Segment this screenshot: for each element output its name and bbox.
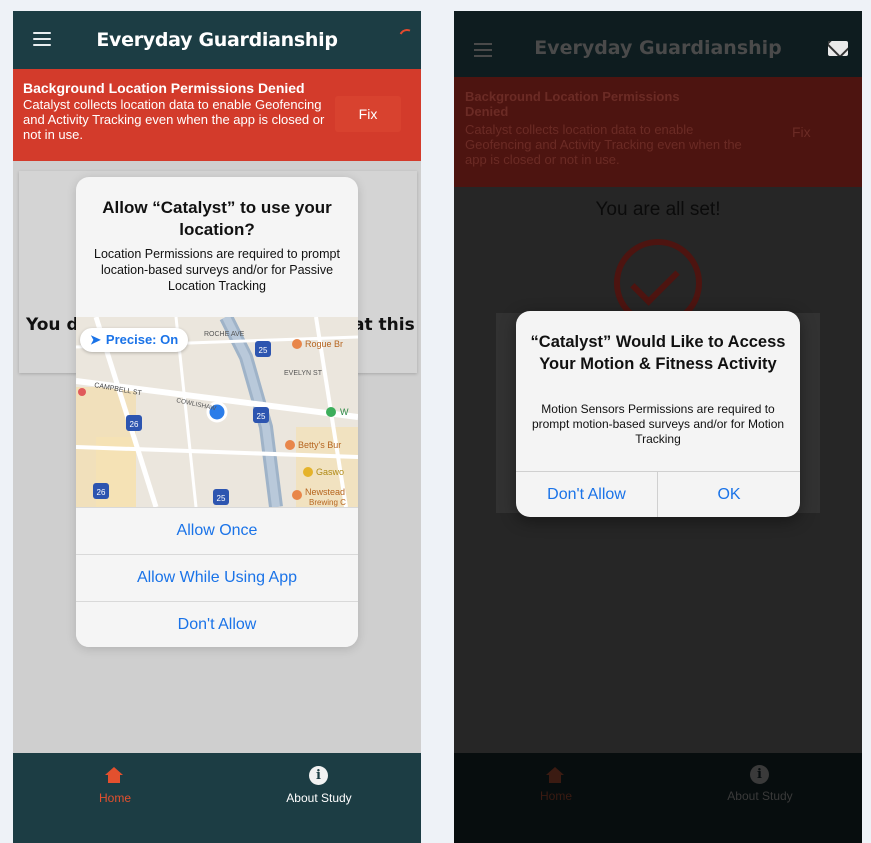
background-text-right: at this: [353, 315, 415, 335]
location-dialog-message: Location Permissions are required to pro…: [94, 247, 340, 293]
fix-button-dimmed: Fix: [792, 124, 811, 140]
motion-dont-allow-button[interactable]: Don't Allow: [516, 471, 658, 517]
permission-denied-banner-dimmed: Background Location Permissions Denied C…: [454, 77, 862, 187]
location-permission-dialog: Allow “Catalyst” to use your location? L…: [76, 177, 358, 647]
banner-text: Catalyst collects location data to enabl…: [23, 97, 325, 142]
tab-about-study[interactable]: i About Study: [217, 753, 421, 843]
precise-location-toggle[interactable]: ➤ Precise: On: [80, 328, 189, 352]
tab-bar: Home i About Study: [13, 753, 421, 843]
permission-denied-banner: Background Location Permissions Denied C…: [13, 69, 421, 161]
info-icon: i: [750, 765, 769, 784]
precise-label: Precise: On: [105, 332, 179, 347]
all-set-heading: You are all set!: [595, 199, 721, 220]
left-phone-screen: Everyday Guardianship Background Locatio…: [13, 11, 421, 843]
motion-ok-button[interactable]: OK: [658, 471, 800, 517]
right-phone-screen: Everyday Guardianship Background Locatio…: [454, 11, 862, 843]
map-label-evelyn-st: EVELYN ST: [284, 370, 323, 377]
app-title-dimmed: Everyday Guardianship: [534, 37, 782, 59]
app-title: Everyday Guardianship: [96, 29, 338, 51]
fix-button[interactable]: Fix: [335, 96, 401, 132]
info-icon: i: [309, 766, 328, 785]
motion-dialog-message: Motion Sensors Permissions are required …: [531, 402, 785, 446]
map-label-w: W: [340, 407, 349, 417]
map-label-gasworks: Gaswo: [316, 467, 344, 477]
map-shield-25: 25: [259, 346, 268, 355]
location-arrow-icon: ➤: [90, 332, 101, 347]
tab-about-label-dimmed: About Study: [727, 789, 793, 803]
tab-home-label: Home: [98, 791, 131, 805]
app-header: Everyday Guardianship: [13, 11, 421, 69]
allow-once-button[interactable]: Allow Once: [76, 507, 358, 553]
home-icon: [546, 767, 564, 783]
location-dialog-title: Allow “Catalyst” to use your location?: [102, 198, 332, 239]
tab-about-label: About Study: [286, 791, 352, 805]
home-icon: [105, 767, 123, 783]
motion-permission-dialog: “Catalyst” Would Like to Access Your Mot…: [516, 311, 800, 517]
motion-dialog-title: “Catalyst” Would Like to Access Your Mot…: [530, 333, 786, 373]
map-shield-25: 25: [217, 494, 226, 503]
allow-while-using-app-button[interactable]: Allow While Using App: [76, 554, 358, 600]
banner-title: Background Location Permissions Denied: [23, 80, 305, 96]
map-label-newstead: Newstead: [305, 487, 345, 497]
dont-allow-button[interactable]: Don't Allow: [76, 601, 358, 647]
map-label-brewing: Brewing C: [309, 498, 346, 507]
tab-bar-dimmed: Home i About Study: [454, 753, 862, 843]
map-label-bettys: Betty's Bur: [298, 440, 341, 450]
tab-home[interactable]: Home: [13, 753, 217, 843]
banner-title-dimmed: Background Location Permissions Denied: [465, 89, 680, 119]
tab-home-label-dimmed: Home: [539, 789, 572, 803]
map-label-roche-ave: ROCHE AVE: [204, 331, 245, 338]
map-shield-26: 26: [97, 488, 106, 497]
banner-text-dimmed: Catalyst collects location data to enabl…: [465, 122, 742, 167]
map-label-rogue: Rogue Br: [305, 339, 343, 349]
map-shield-26: 26: [130, 420, 139, 429]
map-shield-25: 25: [257, 412, 266, 421]
